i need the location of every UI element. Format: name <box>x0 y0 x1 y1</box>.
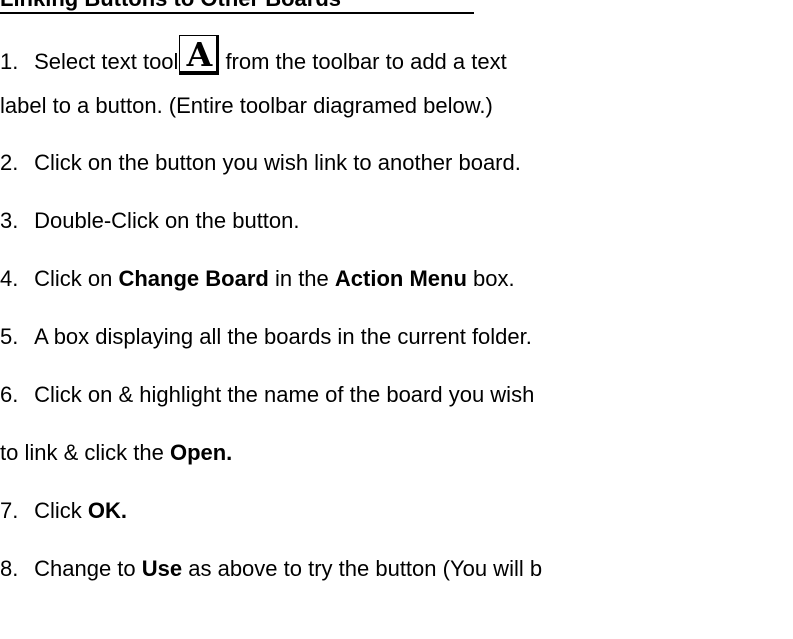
step-2-text: Click on the button you wish link to ano… <box>34 150 521 175</box>
step-6-line: 6. Click on & highlight the name of the … <box>0 382 534 408</box>
heading-underline <box>0 12 474 14</box>
step-7-ok: OK. <box>87 498 128 523</box>
text-tool-glyph: A <box>186 35 213 74</box>
text-tool-icon: A <box>179 35 220 75</box>
step-4-change-board: Change Board <box>118 266 269 291</box>
step-1-text-before: Select text tool <box>34 49 179 74</box>
step-1-continuation: label to a button. (Entire toolbar diagr… <box>0 93 493 118</box>
step-4-text-pre: Click on <box>34 266 119 291</box>
step-number: 1. <box>0 49 19 74</box>
step-number: 5. <box>0 324 19 349</box>
step-4-text-post: box. <box>466 266 515 291</box>
step-3-text: Double-Click on the button. <box>34 208 300 233</box>
document-page: Linking Buttons to Other Boards 1. Selec… <box>0 0 793 639</box>
icon-shadow-right <box>216 36 219 74</box>
icon-shadow-bottom <box>180 71 219 74</box>
step-4-action-menu: Action Menu <box>334 266 467 291</box>
step-8-text-pre: Change to <box>34 556 142 581</box>
step-number: 6. <box>0 382 19 407</box>
step-6-text: Click on & highlight the name of the boa… <box>34 382 535 407</box>
step-4-text-mid: in the <box>268 266 335 291</box>
step-7-line: 7. Click OK. <box>0 498 127 524</box>
step-number: 8. <box>0 556 19 581</box>
step-number: 4. <box>0 266 19 291</box>
step-1-line: 1. Select text tool Afrom the toolbar to … <box>0 35 507 75</box>
step-number: 2. <box>0 150 19 175</box>
step-8-line: 8. Change to Use as above to try the but… <box>0 556 542 582</box>
step-number: 3. <box>0 208 19 233</box>
section-heading: Linking Buttons to Other Boards <box>0 0 341 12</box>
step-7-text-pre: Click <box>34 498 88 523</box>
step-8-use: Use <box>141 556 183 581</box>
step-6-continuation-text: to link & click the <box>0 440 170 465</box>
step-6-open: Open. <box>169 440 233 465</box>
step-5-line: 5. A box displaying all the boards in th… <box>0 324 532 350</box>
step-8-text-post: as above to try the button (You will b <box>182 556 543 581</box>
step-2-line: 2. Click on the button you wish link to … <box>0 150 521 176</box>
step-1-text-after: from the toolbar to add a text <box>225 49 507 74</box>
step-5-text: A box displaying all the boards in the c… <box>34 324 532 349</box>
step-number: 7. <box>0 498 19 523</box>
step-6-continuation: to link & click the Open. <box>0 440 232 466</box>
step-3-line: 3. Double-Click on the button. <box>0 208 300 234</box>
step-4-line: 4. Click on Change Board in the Action M… <box>0 266 515 292</box>
